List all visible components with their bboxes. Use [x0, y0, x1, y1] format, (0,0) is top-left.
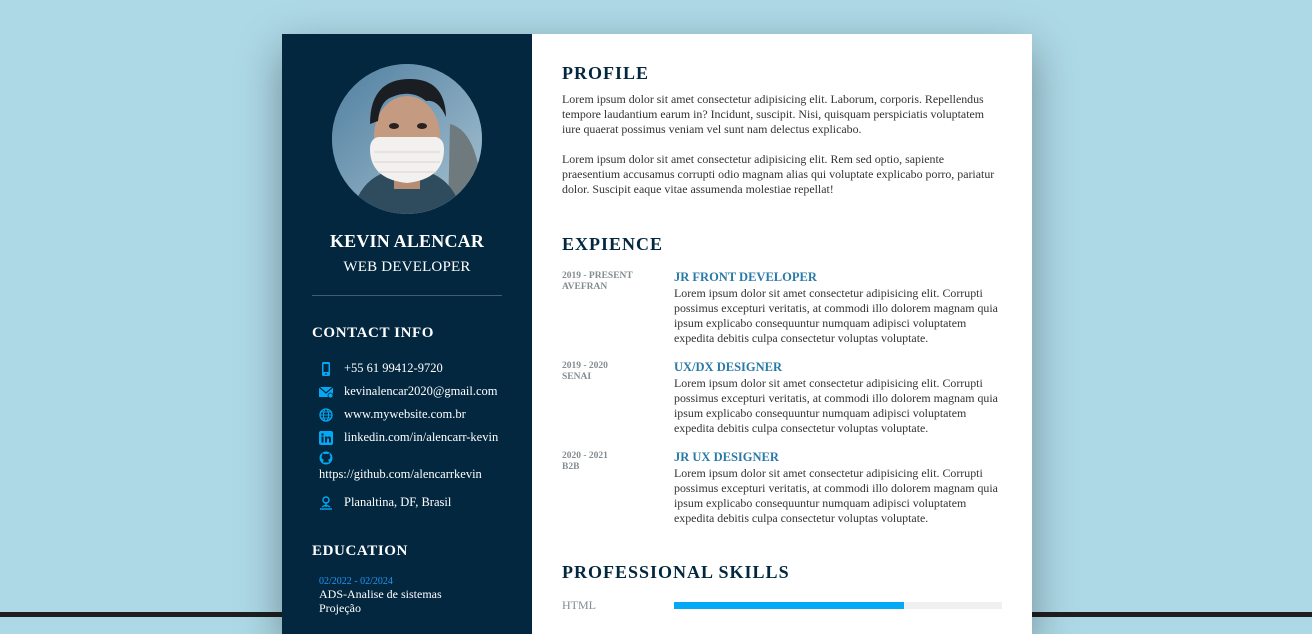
website-link[interactable]: www.mywebsite.com.br	[344, 407, 466, 422]
candidate-name: KEVIN ALENCAR	[329, 231, 485, 251]
contact-item-website: www.mywebsite.com.br	[319, 403, 519, 426]
candidate-role: WEB DEVELOPER	[343, 259, 471, 275]
globe-icon	[319, 407, 333, 422]
profile-title: PROFILE	[562, 63, 650, 83]
location-text: Planaltina, DF, Brasil	[344, 495, 452, 509]
experience-job-title: JR FRONT DEVELOPER	[674, 270, 817, 284]
contact-info-title: CONTACT INFO	[312, 325, 435, 341]
experience-job-title: UX/DX DESIGNER	[674, 360, 783, 374]
profile-paragraph: Lorem ipsum dolor sit amet consectetur a…	[562, 92, 985, 136]
experience-years: 2019 - 2020	[562, 361, 608, 371]
contact-item-email: kevinalencar2020@gmail.com	[319, 380, 519, 403]
experience-company: AVEFRAN	[562, 281, 608, 292]
experience-company: B2B	[562, 461, 580, 472]
resume-card: KEVIN ALENCAR WEB DEVELOPER CONTACT INFO…	[282, 34, 1032, 634]
contact-item-linkedin: linkedin.com/in/alencarr-kevin	[319, 426, 519, 449]
sidebar-divider	[312, 295, 502, 296]
contact-item-phone: +55 61 99412-9720	[319, 357, 519, 380]
skill-bar-track	[674, 602, 1002, 609]
github-icon	[319, 451, 333, 465]
linkedin-icon	[319, 430, 333, 445]
mail-icon	[319, 385, 333, 399]
profile-paragraph: Lorem ipsum dolor sit amet consectetur a…	[562, 152, 995, 196]
skill-name: HTML	[562, 598, 596, 612]
email-link[interactable]: kevinalencar2020@gmail.com	[344, 384, 497, 399]
education-item: 02/2022 - 02/2024 ADS-Analise de sistema…	[319, 576, 519, 615]
experience-period: 2019 - PRESENT AVEFRAN	[562, 271, 662, 292]
github-link[interactable]: https://github.com/alencarrkevin	[319, 467, 482, 481]
experience-description: Lorem ipsum dolor sit amet consectetur a…	[674, 466, 998, 525]
skill-row: HTML	[562, 598, 1002, 614]
experience-years: 2019 - PRESENT	[562, 271, 633, 281]
contact-list: +55 61 99412-9720 kevinalencar2020@gmail…	[319, 357, 519, 514]
experience-job-title: JR UX DESIGNER	[674, 450, 779, 464]
skill-bar-fill	[674, 602, 904, 609]
profile-photo	[332, 64, 482, 214]
education-school: Projeção	[319, 601, 361, 615]
contact-item-location: Planaltina, DF, Brasil	[319, 491, 519, 514]
experience-description: Lorem ipsum dolor sit amet consectetur a…	[674, 376, 998, 435]
phone-link[interactable]: +55 61 99412-9720	[344, 361, 443, 376]
linkedin-link[interactable]: linkedin.com/in/alencarr-kevin	[344, 430, 498, 445]
skills-title: PROFESSIONAL SKILLS	[562, 562, 790, 582]
experience-period: 2020 - 2021 B2B	[562, 451, 662, 472]
education-title: EDUCATION	[312, 543, 408, 559]
experience-description: Lorem ipsum dolor sit amet consectetur a…	[674, 286, 998, 345]
resume-sidebar: KEVIN ALENCAR WEB DEVELOPER CONTACT INFO…	[282, 34, 532, 634]
education-year: 02/2022 - 02/2024	[319, 576, 393, 587]
education-degree: ADS-Analise de sistemas	[319, 587, 442, 601]
experience-period: 2019 - 2020 SENAI	[562, 361, 662, 382]
experience-title: EXPIENCE	[562, 234, 664, 254]
location-icon	[319, 495, 333, 510]
contact-item-github: https://github.com/alencarrkevin	[319, 451, 519, 491]
experience-company: SENAI	[562, 371, 592, 382]
experience-years: 2020 - 2021	[562, 451, 608, 461]
person-photo-icon	[332, 64, 482, 214]
phone-icon	[319, 361, 333, 376]
